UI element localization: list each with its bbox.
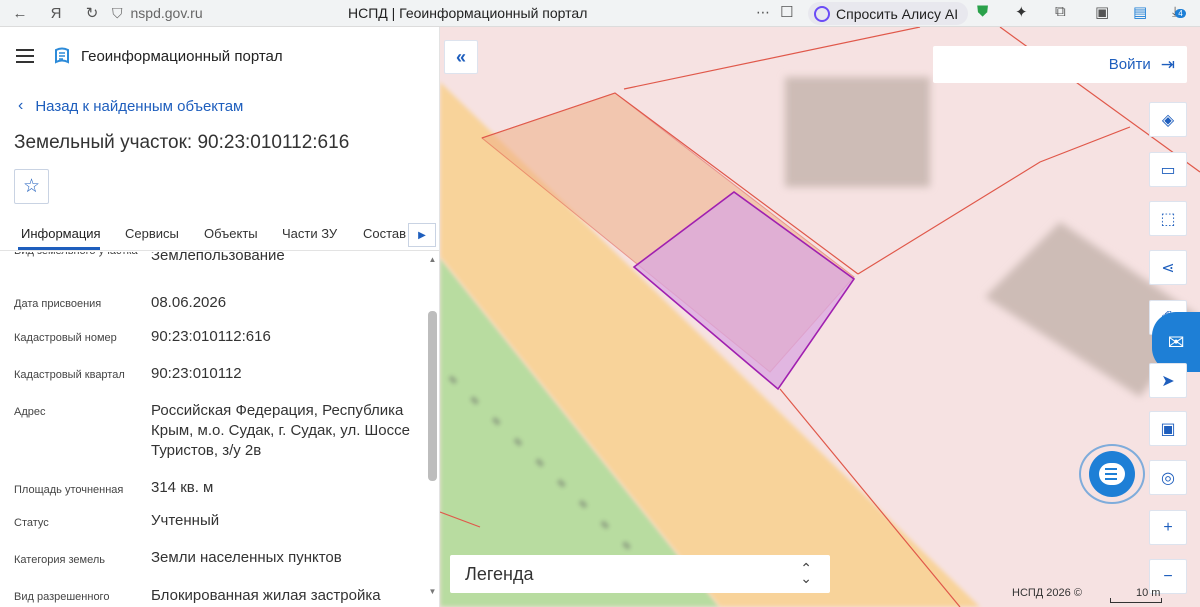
map-svg [440, 27, 1200, 607]
tab-services[interactable]: Сервисы [125, 226, 179, 241]
info-list: Вид земельного участка Землепользование … [0, 252, 428, 607]
info-value: 90:23:010112:616 [151, 328, 271, 345]
share-button[interactable]: ⋖ [1149, 250, 1187, 285]
double-chevron-left-icon: « [455, 46, 466, 67]
share-icon: ⋖ [1161, 259, 1175, 277]
info-key: Вид земельного участка [14, 252, 139, 260]
info-key: Адрес [14, 406, 46, 418]
tab-bar: Информация Сервисы Объекты Части ЗУ Сост… [0, 219, 440, 251]
chat-icon [1089, 451, 1135, 497]
menu-icon[interactable] [16, 49, 34, 63]
login-button[interactable]: Войти ⇥ [933, 46, 1187, 83]
locate-icon: ➤ [1161, 372, 1175, 390]
scroll-up-icon[interactable]: ▲ [428, 255, 437, 264]
select-area-icon: ⬚ [1160, 210, 1176, 228]
layers-icon: ◈ [1161, 111, 1175, 129]
minimap-button[interactable]: ▣ [1149, 411, 1187, 446]
layers-button[interactable]: ◈ [1149, 102, 1187, 137]
tab-info[interactable]: Информация [21, 226, 101, 241]
app-title: Геоинформационный портал [81, 48, 283, 65]
tabs-next-button[interactable]: ▶ [408, 223, 436, 247]
info-scrollbar[interactable]: ▲ ▼ [428, 253, 437, 603]
tab-objects[interactable]: Объекты [204, 226, 258, 241]
scroll-down-icon[interactable]: ▼ [428, 587, 437, 596]
info-key: Кадастровый номер [14, 332, 117, 344]
login-label: Войти [1108, 56, 1151, 73]
caret-right-icon: ▶ [418, 229, 426, 241]
bookmark-icon[interactable]: ☐ [780, 3, 793, 21]
shield-icon[interactable]: ⛊ [977, 3, 988, 20]
downloads-badge: 4 [1175, 9, 1186, 18]
extension-icon[interactable]: ▤ [1133, 3, 1147, 21]
portal-logo-icon [55, 47, 69, 64]
legend-dropdown[interactable]: Легенда ⌃ ⌄ [450, 555, 830, 593]
active-tab-indicator [18, 247, 100, 250]
tab-composition[interactable]: Состав [363, 226, 406, 241]
info-key: Кадастровый квартал [14, 369, 125, 381]
info-value: 08.06.2026 [151, 294, 227, 311]
copyright-label: НСПД 2026 © [1012, 587, 1082, 599]
info-value: Блокированная жилая застройка [151, 587, 381, 604]
extension-k-icon[interactable]: ✦ [1015, 3, 1028, 21]
info-key: Вид разрешенного [14, 591, 110, 603]
ruler-icon: ▭ [1160, 161, 1176, 179]
yandex-icon[interactable]: Я [44, 1, 68, 25]
info-key: Площадь уточненная [14, 484, 124, 496]
search-point-icon: ◎ [1161, 469, 1175, 487]
info-key: Категория земель [14, 554, 105, 566]
star-icon: ☆ [22, 176, 41, 197]
zoom-in-button[interactable]: + [1149, 510, 1187, 545]
info-value: Российская Федерация, Республика Крым, м… [151, 402, 410, 459]
scale-bar [1110, 598, 1162, 603]
legend-label: Легенда [465, 564, 534, 584]
info-key: Статус [14, 517, 49, 529]
downloads-icon[interactable]: ⤓4 [1172, 3, 1186, 20]
collections-icon[interactable]: ▣ [1095, 3, 1109, 21]
page-title: Земельный участок: 90:23:010112:616 [14, 132, 350, 153]
zoom-in-icon: + [1163, 518, 1173, 536]
select-area-button[interactable]: ⬚ [1149, 201, 1187, 236]
scroll-thumb[interactable] [428, 311, 437, 481]
ruler-button[interactable]: ▭ [1149, 152, 1187, 187]
info-value: Земли населенных пунктов [151, 549, 342, 566]
building [785, 77, 930, 187]
zoom-out-icon: − [1163, 567, 1173, 585]
map-canvas[interactable] [440, 27, 1200, 607]
info-key: Дата присвоения [14, 298, 102, 310]
alice-button[interactable]: Спросить Алису AI [808, 2, 969, 25]
expand-collapse-icon: ⌃ ⌄ [800, 560, 812, 586]
tab-parts[interactable]: Части ЗУ [282, 226, 337, 241]
info-value: 314 кв. м [151, 479, 214, 496]
url-text: nspd.gov.ru [130, 5, 203, 21]
info-value: Учтенный [151, 512, 220, 529]
search-point-button[interactable]: ◎ [1149, 460, 1187, 495]
info-value: Землепользование [151, 252, 285, 264]
back-to-results-link[interactable]: ‹ Назад к найденным объектам [18, 97, 243, 115]
back-icon[interactable]: ← [8, 1, 32, 25]
alice-icon [814, 5, 830, 22]
reload-icon[interactable]: ↻ [80, 1, 104, 25]
collapse-panel-button[interactable]: « [444, 40, 478, 74]
address-bar[interactable]: ⛉ nspd.gov.ru [112, 5, 203, 22]
info-value: 90:23:010112 [151, 365, 242, 382]
more-icon[interactable]: ⋯ [756, 4, 770, 21]
tab-title: НСПД | Геоинформационный портал [348, 5, 588, 21]
chevron-left-icon: ‹ [18, 97, 24, 114]
puzzle-icon[interactable]: ⧉ [1055, 3, 1066, 20]
chat-button[interactable] [1078, 444, 1146, 504]
locate-button[interactable]: ➤ [1149, 363, 1187, 398]
assistant-icon: ✉ [1167, 331, 1185, 354]
favorite-star-button[interactable]: ☆ [14, 169, 49, 204]
info-panel: Геоинформационный портал ‹ Назад к найде… [0, 27, 440, 607]
site-info-icon[interactable]: ⛉ [112, 5, 123, 22]
back-label: Назад к найденным объектам [35, 97, 244, 115]
alice-label: Спросить Алису AI [836, 5, 959, 22]
login-icon: ⇥ [1160, 54, 1175, 74]
minimap-icon: ▣ [1160, 420, 1176, 438]
